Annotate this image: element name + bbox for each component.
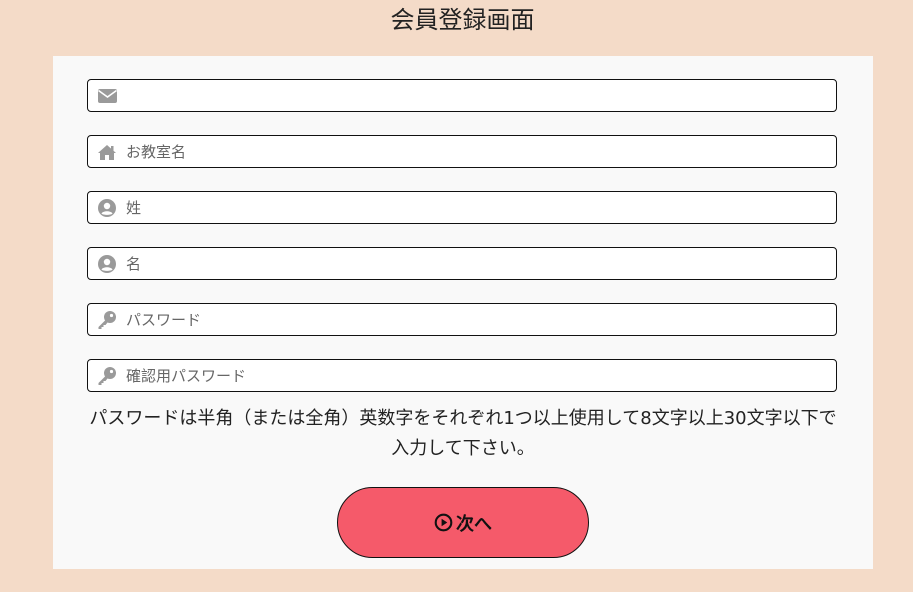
user-circle-icon: [96, 254, 118, 274]
registration-form: パスワードは半角（または全角）英数字をそれぞれ1つ以上使用して8文字以上30文字…: [53, 56, 873, 569]
password-field[interactable]: [126, 306, 826, 333]
password-requirements-note: パスワードは半角（または全角）英数字をそれぞれ1つ以上使用して8文字以上30文字…: [89, 408, 837, 459]
password-field-wrapper[interactable]: [87, 303, 837, 336]
envelope-icon: [96, 86, 118, 106]
home-icon: [96, 142, 118, 162]
next-button[interactable]: 次へ: [337, 487, 589, 558]
next-button-label: 次へ: [456, 513, 492, 535]
confirm-password-field-wrapper[interactable]: [87, 359, 837, 392]
email-field[interactable]: [126, 82, 826, 109]
last-name-field[interactable]: [126, 194, 826, 221]
first-name-field-wrapper[interactable]: [87, 247, 837, 280]
key-icon: [96, 310, 118, 330]
key-icon: [96, 366, 118, 386]
email-field-wrapper[interactable]: [87, 79, 837, 112]
school-name-field[interactable]: [126, 138, 826, 165]
last-name-field-wrapper[interactable]: [87, 191, 837, 224]
page-title: 会員登録画面: [390, 6, 535, 34]
confirm-password-field[interactable]: [126, 362, 826, 389]
play-circle-icon: [434, 513, 454, 533]
user-circle-icon: [96, 198, 118, 218]
school-name-field-wrapper[interactable]: [87, 135, 837, 168]
first-name-field[interactable]: [126, 250, 826, 277]
